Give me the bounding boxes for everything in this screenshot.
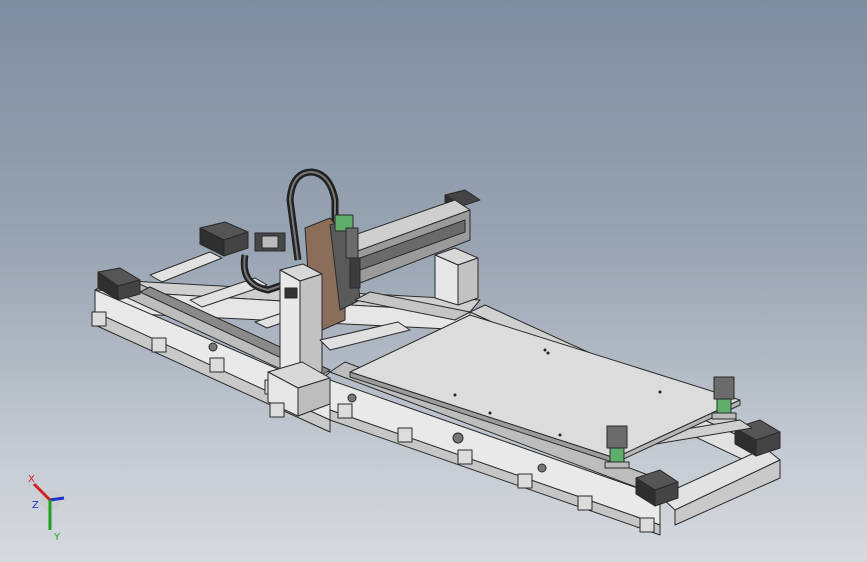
table-motor-front: [604, 425, 630, 469]
table-motor-back: [711, 376, 737, 420]
triad-x-label: X: [28, 474, 35, 485]
view-orientation-triad[interactable]: X Z Y: [20, 470, 80, 545]
graphics-viewport[interactable]: X Z Y: [0, 0, 867, 562]
triad-z-axis: [49, 496, 65, 502]
left-y-motor: [254, 232, 286, 252]
triad-z-label: Z: [32, 500, 39, 511]
triad-y-label: Y: [53, 532, 61, 543]
gantry-machine-model[interactable]: [0, 0, 867, 562]
rear-motor-block: [199, 221, 249, 257]
